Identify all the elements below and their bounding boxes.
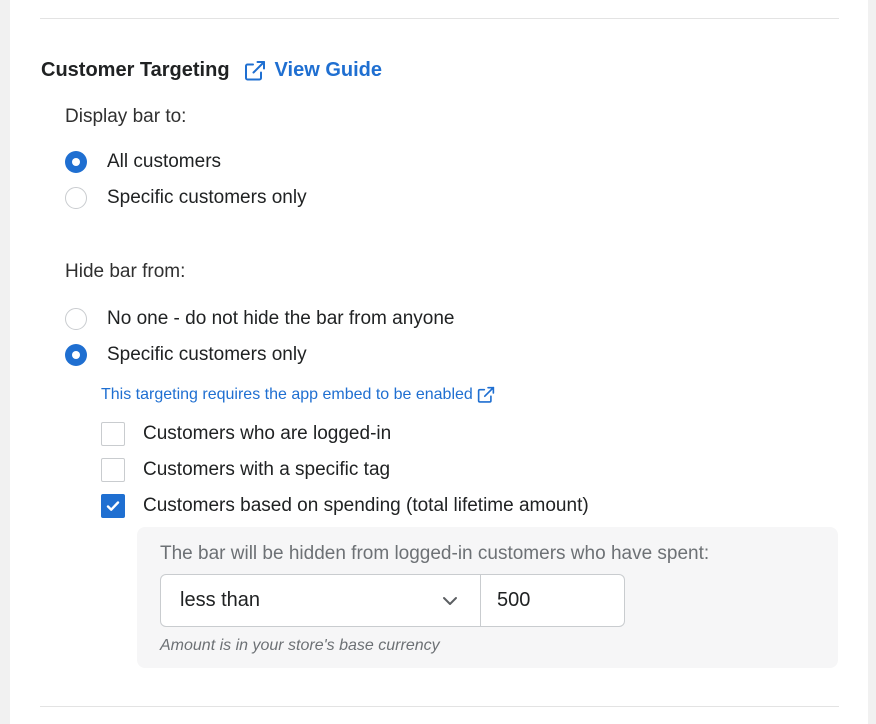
radio-button[interactable] (65, 151, 87, 173)
external-link-icon (477, 386, 494, 403)
radio-label: Specific customers only (107, 187, 307, 208)
checkbox-spending[interactable]: Customers based on spending (total lifet… (101, 494, 589, 518)
radio-display-specific-customers[interactable]: Specific customers only (65, 187, 307, 209)
section-title: Customer Targeting (41, 59, 230, 81)
checkbox-label: Customers who are logged-in (143, 423, 392, 444)
radio-label: Specific customers only (107, 344, 307, 365)
app-embed-note-link[interactable]: This targeting requires the app embed to… (101, 386, 495, 404)
checkbox[interactable] (101, 458, 125, 482)
currency-help-text: Amount is in your store's base currency (160, 637, 440, 654)
comparison-select[interactable]: less than (160, 574, 481, 627)
checkmark-icon (106, 501, 120, 511)
hide-bar-label: Hide bar from: (65, 261, 186, 282)
view-guide-link[interactable]: View Guide (244, 59, 382, 82)
checkbox-logged-in-customers[interactable]: Customers who are logged-in (101, 422, 391, 446)
radio-button[interactable] (65, 344, 87, 366)
comparison-value: less than (180, 589, 261, 611)
spending-settings-panel: The bar will be hidden from logged-in cu… (137, 527, 838, 668)
settings-card: Customer Targeting View Guide Display ba… (10, 0, 868, 724)
radio-button[interactable] (65, 308, 87, 330)
checkbox-label: Customers with a specific tag (143, 459, 391, 480)
checkbox-label: Customers based on spending (total lifet… (143, 495, 589, 516)
radio-no-one[interactable]: No one - do not hide the bar from anyone (65, 308, 455, 330)
checkbox-specific-tag[interactable]: Customers with a specific tag (101, 458, 390, 482)
display-bar-label: Display bar to: (65, 106, 187, 127)
top-divider (40, 18, 839, 19)
view-guide-label: View Guide (274, 59, 382, 81)
spending-description: The bar will be hidden from logged-in cu… (160, 543, 710, 564)
chevron-down-icon (443, 596, 457, 605)
radio-label: No one - do not hide the bar from anyone (107, 308, 455, 329)
radio-button[interactable] (65, 187, 87, 209)
radio-hide-specific-customers[interactable]: Specific customers only (65, 344, 307, 366)
radio-all-customers[interactable]: All customers (65, 151, 221, 173)
checkbox[interactable] (101, 422, 125, 446)
checkbox[interactable] (101, 494, 125, 518)
bottom-divider (40, 706, 839, 707)
amount-input[interactable] (481, 574, 625, 627)
section-header: Customer Targeting View Guide (41, 59, 382, 82)
radio-label: All customers (107, 151, 222, 172)
external-link-icon (244, 60, 265, 80)
app-embed-note-text: This targeting requires the app embed to… (101, 386, 473, 403)
